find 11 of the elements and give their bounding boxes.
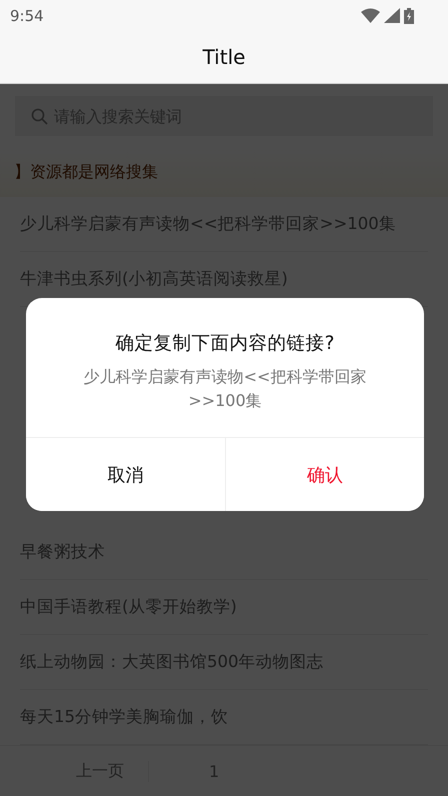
- page-title: Title: [202, 45, 246, 70]
- confirm-button[interactable]: 确认: [224, 437, 424, 511]
- battery-icon: [404, 8, 414, 24]
- dialog-message: 少儿科学启蒙有声读物<<把科学带回家>>100集: [82, 366, 368, 412]
- search-icon: [31, 108, 48, 126]
- dialog-title: 确定复制下面内容的链接?: [114, 332, 336, 355]
- signal-icon: [384, 8, 400, 24]
- wifi-icon: [361, 8, 380, 24]
- cancel-button[interactable]: 取消: [26, 437, 224, 511]
- clock-time: 9:54: [10, 6, 44, 25]
- notice-text: 】资源都是网络搜集: [14, 162, 158, 184]
